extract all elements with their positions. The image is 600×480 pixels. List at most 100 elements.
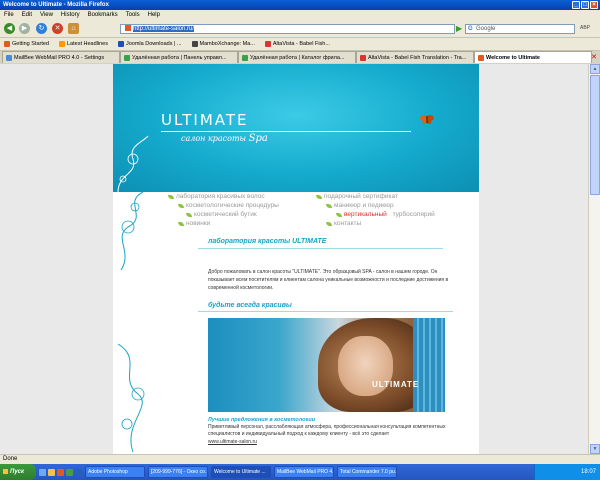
home-icon[interactable]: ⌂ (68, 23, 79, 34)
tab-label: Welcome to Ultimate (486, 54, 540, 61)
bookmark-latest-headlines[interactable]: Latest Headlines (59, 38, 108, 50)
bookmark-label: AltaVista - Babel Fish... (272, 40, 330, 47)
altavista-icon (264, 41, 271, 47)
menu-help[interactable]: Help (148, 10, 160, 20)
section-title-beauty-lab: лаборатория красоты ULTIMATE (208, 238, 327, 245)
menu-tools[interactable]: Tools (126, 10, 140, 20)
site-logo[interactable]: ULTIMATE (161, 111, 249, 129)
scroll-up-icon[interactable]: ▲ (590, 64, 600, 74)
close-tab-icon[interactable]: ✕ (591, 52, 597, 64)
page-margin-right (479, 64, 588, 454)
site-header-banner: ULTIMATE салон красоты Spa (113, 64, 479, 192)
address-url: http://ultimate-salon.ru/ (133, 26, 195, 32)
task-photoshop[interactable]: Adobe Photoshop (85, 466, 145, 478)
menu-link-cosmetology[interactable]: косметологические процедуры (178, 202, 279, 209)
minimize-button[interactable]: _ (572, 1, 580, 9)
bookmark-joomla[interactable]: Joomla Downloads | ... (117, 38, 182, 50)
leaf-icon (326, 203, 332, 208)
vertical-scrollbar[interactable]: ▲ ▼ (588, 64, 600, 454)
menu-view[interactable]: View (40, 10, 53, 20)
menu-history[interactable]: History (61, 10, 80, 20)
menu-bookmarks[interactable]: Bookmarks (88, 10, 118, 20)
scrollbar-thumb[interactable] (590, 75, 600, 195)
task-chat-window[interactable]: [209-999-776] - Окно со... (148, 466, 208, 478)
adblock-icon[interactable]: ABP (580, 25, 590, 31)
tab-mailbee[interactable]: MailBee WebMail PRO 4.0 - Settings (2, 51, 120, 63)
butterfly-icon (420, 115, 434, 124)
scroll-down-icon[interactable]: ▼ (590, 444, 600, 454)
menu-link-label: турбосолярий (392, 211, 435, 218)
menu-edit[interactable]: Edit (22, 10, 32, 20)
show-desktop-icon[interactable] (39, 468, 46, 476)
menu-link-manicure[interactable]: маникюр и педикюр (326, 202, 394, 209)
menu-link-gift-certificate[interactable]: подарочный сертификат (316, 193, 398, 200)
tagline-text: салон красоты (181, 134, 247, 143)
address-bar[interactable]: http://ultimate-salon.ru/ (120, 24, 455, 34)
logo-divider (161, 131, 411, 132)
photo-building (413, 318, 445, 412)
site-link[interactable]: www.ultimate-salon.ru (208, 439, 257, 445)
site-favicon-icon (125, 25, 131, 32)
menu-link-boutique[interactable]: косметический бутик (186, 211, 257, 218)
firefox-quick-icon[interactable] (57, 468, 64, 476)
tab-babelfish[interactable]: AltaVista - Babel Fish Translation - Tra… (356, 51, 474, 63)
welcome-paragraph: Добро пожаловать в салон красоты "ULTIMA… (208, 269, 449, 291)
tab-favicon-icon (124, 54, 130, 61)
task-mailbee[interactable]: MailBee WebMail PRO 4... (274, 466, 334, 478)
menu-link-label: косметический бутик (194, 211, 257, 218)
search-input[interactable]: G Google (465, 24, 575, 34)
tab-remote-work-panel[interactable]: Удалённая работа | Панель управл... (120, 51, 238, 63)
app-quick-icon[interactable] (66, 468, 73, 476)
menu-bar: File Edit View History Bookmarks Tools H… (0, 10, 600, 20)
menu-link-hair-lab[interactable]: лаборатория красивых волос (168, 193, 265, 200)
go-icon[interactable]: ▶ (456, 24, 462, 34)
leaf-icon (336, 212, 342, 217)
menu-link-highlight: вертикальный (344, 211, 387, 218)
tab-bar: MailBee WebMail PRO 4.0 - Settings Удалё… (0, 51, 600, 64)
section-divider (198, 311, 453, 312)
salon-page: ULTIMATE салон красоты Spa лаборатория к… (113, 64, 479, 454)
bookmark-label: Joomla Downloads | ... (125, 40, 182, 47)
tab-remote-work-catalog[interactable]: Удалённая работа | Каталог фрила... (238, 51, 356, 63)
back-icon[interactable]: ◀ (4, 23, 15, 34)
maximize-button[interactable]: □ (581, 1, 589, 9)
rss-icon (59, 41, 65, 47)
offer-paragraph: Приветливый персонал, расслабляющая атмо… (208, 424, 446, 437)
bookmark-altavista[interactable]: AltaVista - Babel Fish... (264, 38, 330, 50)
windows-taskbar: Пуск Adobe Photoshop [209-999-776] - Окн… (0, 464, 600, 480)
reload-icon[interactable]: ↻ (36, 23, 47, 34)
forward-icon[interactable]: ▶ (19, 23, 30, 34)
menu-link-solarium[interactable]: вертикальный турбосолярий (336, 211, 435, 218)
tab-welcome-ultimate[interactable]: Welcome to Ultimate (474, 51, 592, 63)
task-total-commander[interactable]: Total Commander 7.0 pu... (337, 466, 397, 478)
firefox-icon (4, 41, 10, 47)
photo-logo: ULTIMATE (372, 380, 420, 389)
menu-link-label: новинки (186, 220, 211, 227)
menu-link-news[interactable]: новинки (178, 220, 210, 227)
task-firefox[interactable]: Welcome to Ultimate ... (211, 466, 271, 478)
bookmark-mamboxchange[interactable]: MamboXchange: Ma... (191, 38, 255, 50)
start-button[interactable]: Пуск (0, 464, 36, 480)
leaf-icon (316, 194, 322, 199)
window-controls: _ □ × (572, 1, 598, 9)
menu-file[interactable]: File (4, 10, 14, 20)
tab-label: Удалённая работа | Панель управл... (132, 54, 227, 61)
navigation-toolbar: ◀ ▶ ↻ ✕ ⌂ http://ultimate-salon.ru/ ▶ G … (0, 20, 600, 38)
page-margin-left (0, 64, 113, 454)
section-title-always-beautiful: будьте всегда красивы (208, 302, 292, 309)
tab-favicon-icon (478, 54, 484, 61)
search-placeholder: Google (476, 26, 496, 32)
menu-link-contacts[interactable]: контакты (326, 220, 361, 227)
app2-quick-icon[interactable] (75, 468, 82, 476)
status-bar: Done (0, 454, 600, 464)
bookmark-getting-started[interactable]: Getting Started (4, 38, 49, 50)
close-button[interactable]: × (590, 1, 598, 9)
tab-favicon-icon (242, 54, 248, 61)
stop-icon[interactable]: ✕ (52, 23, 63, 34)
leaf-icon (186, 212, 192, 217)
tab-label: Удалённая работа | Каталог фрила... (250, 54, 345, 61)
system-tray: 18:07 (534, 464, 600, 480)
google-icon: G (468, 26, 473, 32)
window-title-bar: Welcome to Ultimate - Mozilla Firefox _ … (0, 0, 600, 10)
explorer-icon[interactable] (48, 468, 55, 476)
